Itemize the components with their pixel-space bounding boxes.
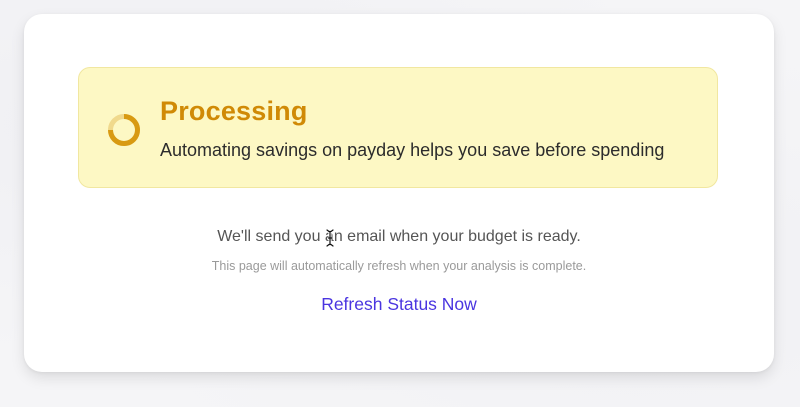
refresh-status-container: Refresh Status Now bbox=[24, 294, 774, 315]
loading-spinner-icon bbox=[108, 114, 140, 146]
page-background: Processing Automating savings on payday … bbox=[0, 0, 800, 407]
banner-message: Automating savings on payday helps you s… bbox=[160, 140, 665, 160]
email-notice-text: We'll send you an email when your budget… bbox=[217, 228, 581, 245]
text-cursor-icon bbox=[325, 228, 335, 248]
refresh-status-link[interactable]: Refresh Status Now bbox=[321, 294, 477, 314]
auto-refresh-notice-text: This page will automatically refresh whe… bbox=[211, 259, 587, 273]
status-card: Processing Automating savings on payday … bbox=[24, 14, 774, 372]
banner-title: Processing bbox=[160, 96, 308, 126]
processing-banner: Processing Automating savings on payday … bbox=[78, 67, 718, 188]
